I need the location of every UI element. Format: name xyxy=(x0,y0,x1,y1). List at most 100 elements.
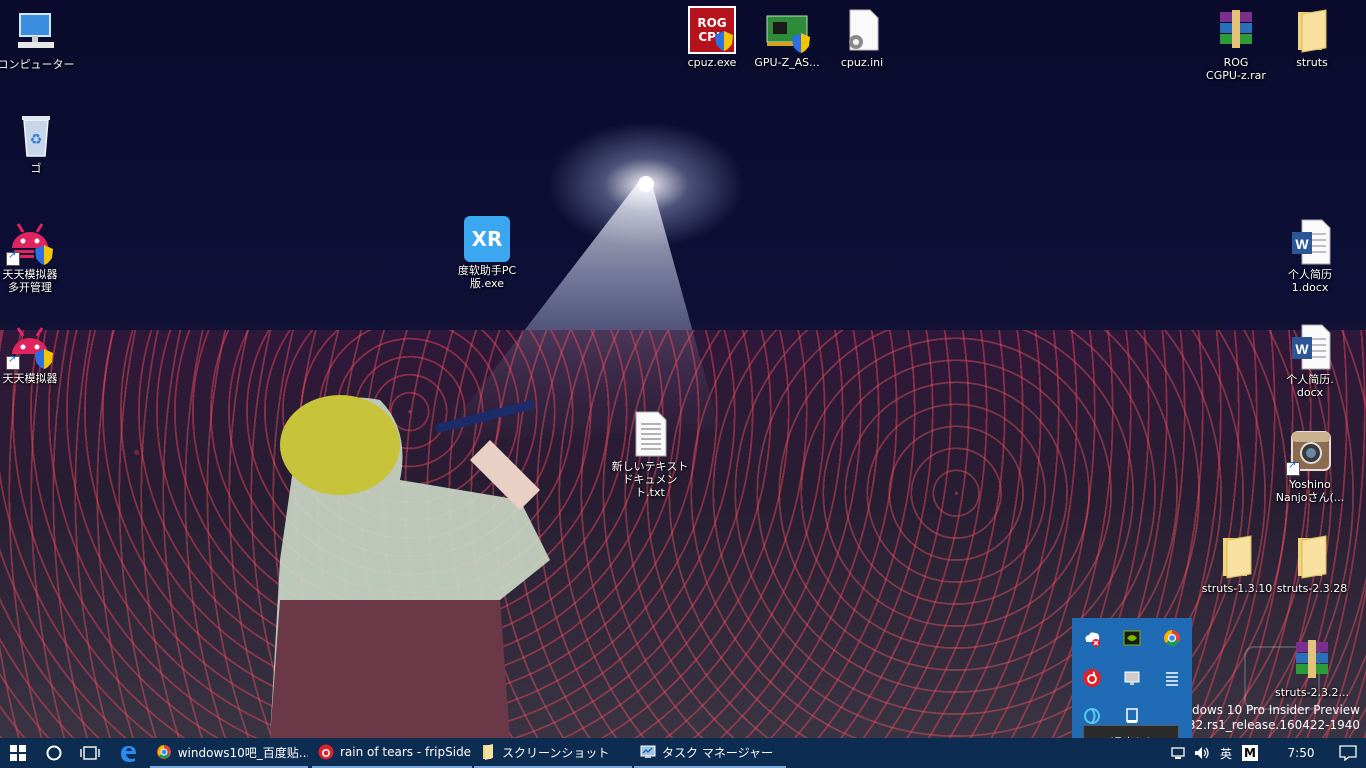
taskbar-app-task-manager[interactable]: タスク マネージャー xyxy=(634,738,786,768)
ime-language-indicator[interactable]: 英 xyxy=(1214,738,1238,768)
recycle-bin-icon: ♻ xyxy=(12,112,60,160)
task-view-icon xyxy=(80,746,100,760)
svg-text:W: W xyxy=(1295,341,1309,357)
desktop-icon-label: ゴ xyxy=(30,162,42,175)
taskbar-app-title: windows10吧_百度贴... xyxy=(177,745,308,760)
winrar-archive-icon xyxy=(1288,636,1336,684)
taskbar: windows10吧_百度贴... rain of tears - fripSi… xyxy=(0,738,1366,768)
folder-icon xyxy=(483,744,493,760)
desktop-icon-label: struts-2.3.28 xyxy=(1276,582,1348,595)
desktop-icon-gpuz[interactable]: GPU-Z_AS... xyxy=(747,6,827,69)
chrome-icon[interactable] xyxy=(1161,627,1183,649)
desktop-icon-label: 个人简历 1.docx xyxy=(1288,268,1332,294)
chrome-icon xyxy=(157,745,171,759)
desktop-icon-tiantian-multi[interactable]: 天天模拟器 多开管理 xyxy=(0,218,70,294)
nvidia-icon[interactable] xyxy=(1121,627,1143,649)
netease-music-icon xyxy=(318,744,334,760)
network-icon[interactable] xyxy=(1166,738,1190,768)
tray-overflow-flyout xyxy=(1072,618,1192,738)
desktop-icon-struts-folder[interactable]: struts xyxy=(1272,6,1352,69)
desktop-icon-label: cpuz.exe xyxy=(687,56,737,69)
cloud-sync-error-icon[interactable] xyxy=(1081,627,1103,649)
taskbar-app-screenshot-folder[interactable]: スクリーンショット xyxy=(474,738,632,768)
android-emulator-icon xyxy=(6,218,54,266)
desktop-icon-computer[interactable]: コンピューター xyxy=(0,8,76,71)
desktop-icon-rog-rar[interactable]: ROG CGPU-z.rar xyxy=(1196,6,1276,82)
edge-browser-icon xyxy=(121,746,136,762)
svg-text:W: W xyxy=(1295,236,1309,252)
desktop-icon-tiantian[interactable]: 天天模拟器 xyxy=(0,322,70,385)
xr-app-icon: XR xyxy=(464,216,510,262)
word-document-icon: W xyxy=(1286,323,1334,371)
xr-logo-text: XR xyxy=(471,227,503,251)
fan-control-icon[interactable] xyxy=(1081,705,1103,727)
svg-text:♻: ♻ xyxy=(30,132,43,148)
desktop-icon-label: コンピューター xyxy=(0,58,75,71)
desktop-icon-struts-1310[interactable]: struts-1.3.10 xyxy=(1197,532,1277,595)
taskbar-app-netease-music[interactable]: rain of tears - fripSide xyxy=(312,738,472,768)
display-icon[interactable] xyxy=(1121,667,1143,689)
desktop-icon-label: struts-2.3.2... xyxy=(1274,686,1350,699)
folder-icon xyxy=(1213,532,1261,580)
list-app-icon[interactable] xyxy=(1161,667,1183,689)
desktop-icon-resume-1[interactable]: W 个人简历 1.docx xyxy=(1270,218,1350,294)
start-button[interactable] xyxy=(0,738,36,768)
desktop-icon-yoshino-instagram[interactable]: Yoshino Nanjoさん(... xyxy=(1270,428,1350,504)
cortana-button[interactable] xyxy=(36,738,72,768)
desktop-icon-struts-rar[interactable]: struts-2.3.2... xyxy=(1272,636,1352,699)
edge-pinned-button[interactable] xyxy=(110,738,146,768)
desktop-icon-cpuz-ini[interactable]: cpuz.ini xyxy=(822,6,902,69)
desktop-icon-label: GPU-Z_AS... xyxy=(754,56,820,69)
taskbar-app-chrome[interactable]: windows10吧_百度贴... xyxy=(150,738,308,768)
desktop-icon-cpuz-exe[interactable]: ROG CPU cpuz.exe xyxy=(672,6,752,69)
computer-icon xyxy=(12,8,60,56)
rog-cpuz-icon: ROG CPU xyxy=(688,6,736,54)
instagram-camera-icon xyxy=(1286,428,1334,476)
desktop-icon-recycle-bin[interactable]: ♻ ゴ xyxy=(0,112,76,175)
notification-icon xyxy=(1339,745,1357,761)
desktop-icon-label: struts-1.3.10 xyxy=(1201,582,1273,595)
folder-icon xyxy=(1288,532,1336,580)
volume-icon[interactable] xyxy=(1190,738,1214,768)
taskbar-app-title: タスク マネージャー xyxy=(662,745,773,760)
folder-icon xyxy=(1288,6,1336,54)
taskbar-app-title: rain of tears - fripSide xyxy=(340,745,472,759)
clock[interactable]: 7:50 xyxy=(1276,738,1326,768)
action-center-button[interactable] xyxy=(1330,738,1366,768)
uac-shield-icon xyxy=(792,33,810,53)
shortcut-arrow-icon xyxy=(6,250,20,266)
settings-file-icon xyxy=(838,6,886,54)
desktop-icon-xr-assistant[interactable]: XR 度软助手PC 版.exe xyxy=(447,216,527,290)
desktop-icon-text-document[interactable]: 新しいテキスト ドキュメント.txt xyxy=(610,410,690,499)
netease-music-icon[interactable] xyxy=(1081,667,1103,689)
system-tray: 英 M 7:50 xyxy=(1166,738,1366,768)
uac-shield-icon xyxy=(35,349,53,369)
taskbar-app-title: スクリーンショット xyxy=(502,745,610,760)
shortcut-arrow-icon xyxy=(6,354,20,370)
desktop-icon-label: 天天模拟器 多开管理 xyxy=(2,268,58,294)
text-file-icon xyxy=(626,410,674,458)
word-document-icon: W xyxy=(1286,218,1334,266)
gpu-card-icon xyxy=(763,6,811,54)
ime-mode-indicator[interactable]: M xyxy=(1240,738,1260,768)
ime-mode-glyph: M xyxy=(1242,745,1258,761)
uac-shield-icon xyxy=(35,245,53,265)
usb-device-icon[interactable] xyxy=(1121,705,1143,727)
desktop-icon-resume-2[interactable]: W 个人简历. docx xyxy=(1270,323,1350,399)
desktop-icon-label: struts xyxy=(1296,56,1328,69)
desktop-icon-struts-2328[interactable]: struts-2.3.28 xyxy=(1272,532,1352,595)
winrar-archive-icon xyxy=(1212,6,1260,54)
desktop-icon-label: 天天模拟器 xyxy=(2,372,58,385)
desktop-icon-label: cpuz.ini xyxy=(840,56,884,69)
cortana-circle-icon xyxy=(46,745,62,761)
task-view-button[interactable] xyxy=(72,738,108,768)
windows-logo-icon xyxy=(10,745,26,761)
task-manager-icon xyxy=(640,745,656,758)
desktop-icon-label: 度软助手PC 版.exe xyxy=(457,264,517,290)
shortcut-arrow-icon xyxy=(1286,460,1300,476)
uac-shield-icon xyxy=(715,31,733,51)
desktop-icon-label: ROG CGPU-z.rar xyxy=(1206,56,1266,82)
android-emulator-icon xyxy=(6,322,54,370)
desktop-icon-label: Yoshino Nanjoさん(... xyxy=(1275,478,1345,504)
desktop-icon-label: 个人简历. docx xyxy=(1286,373,1334,399)
